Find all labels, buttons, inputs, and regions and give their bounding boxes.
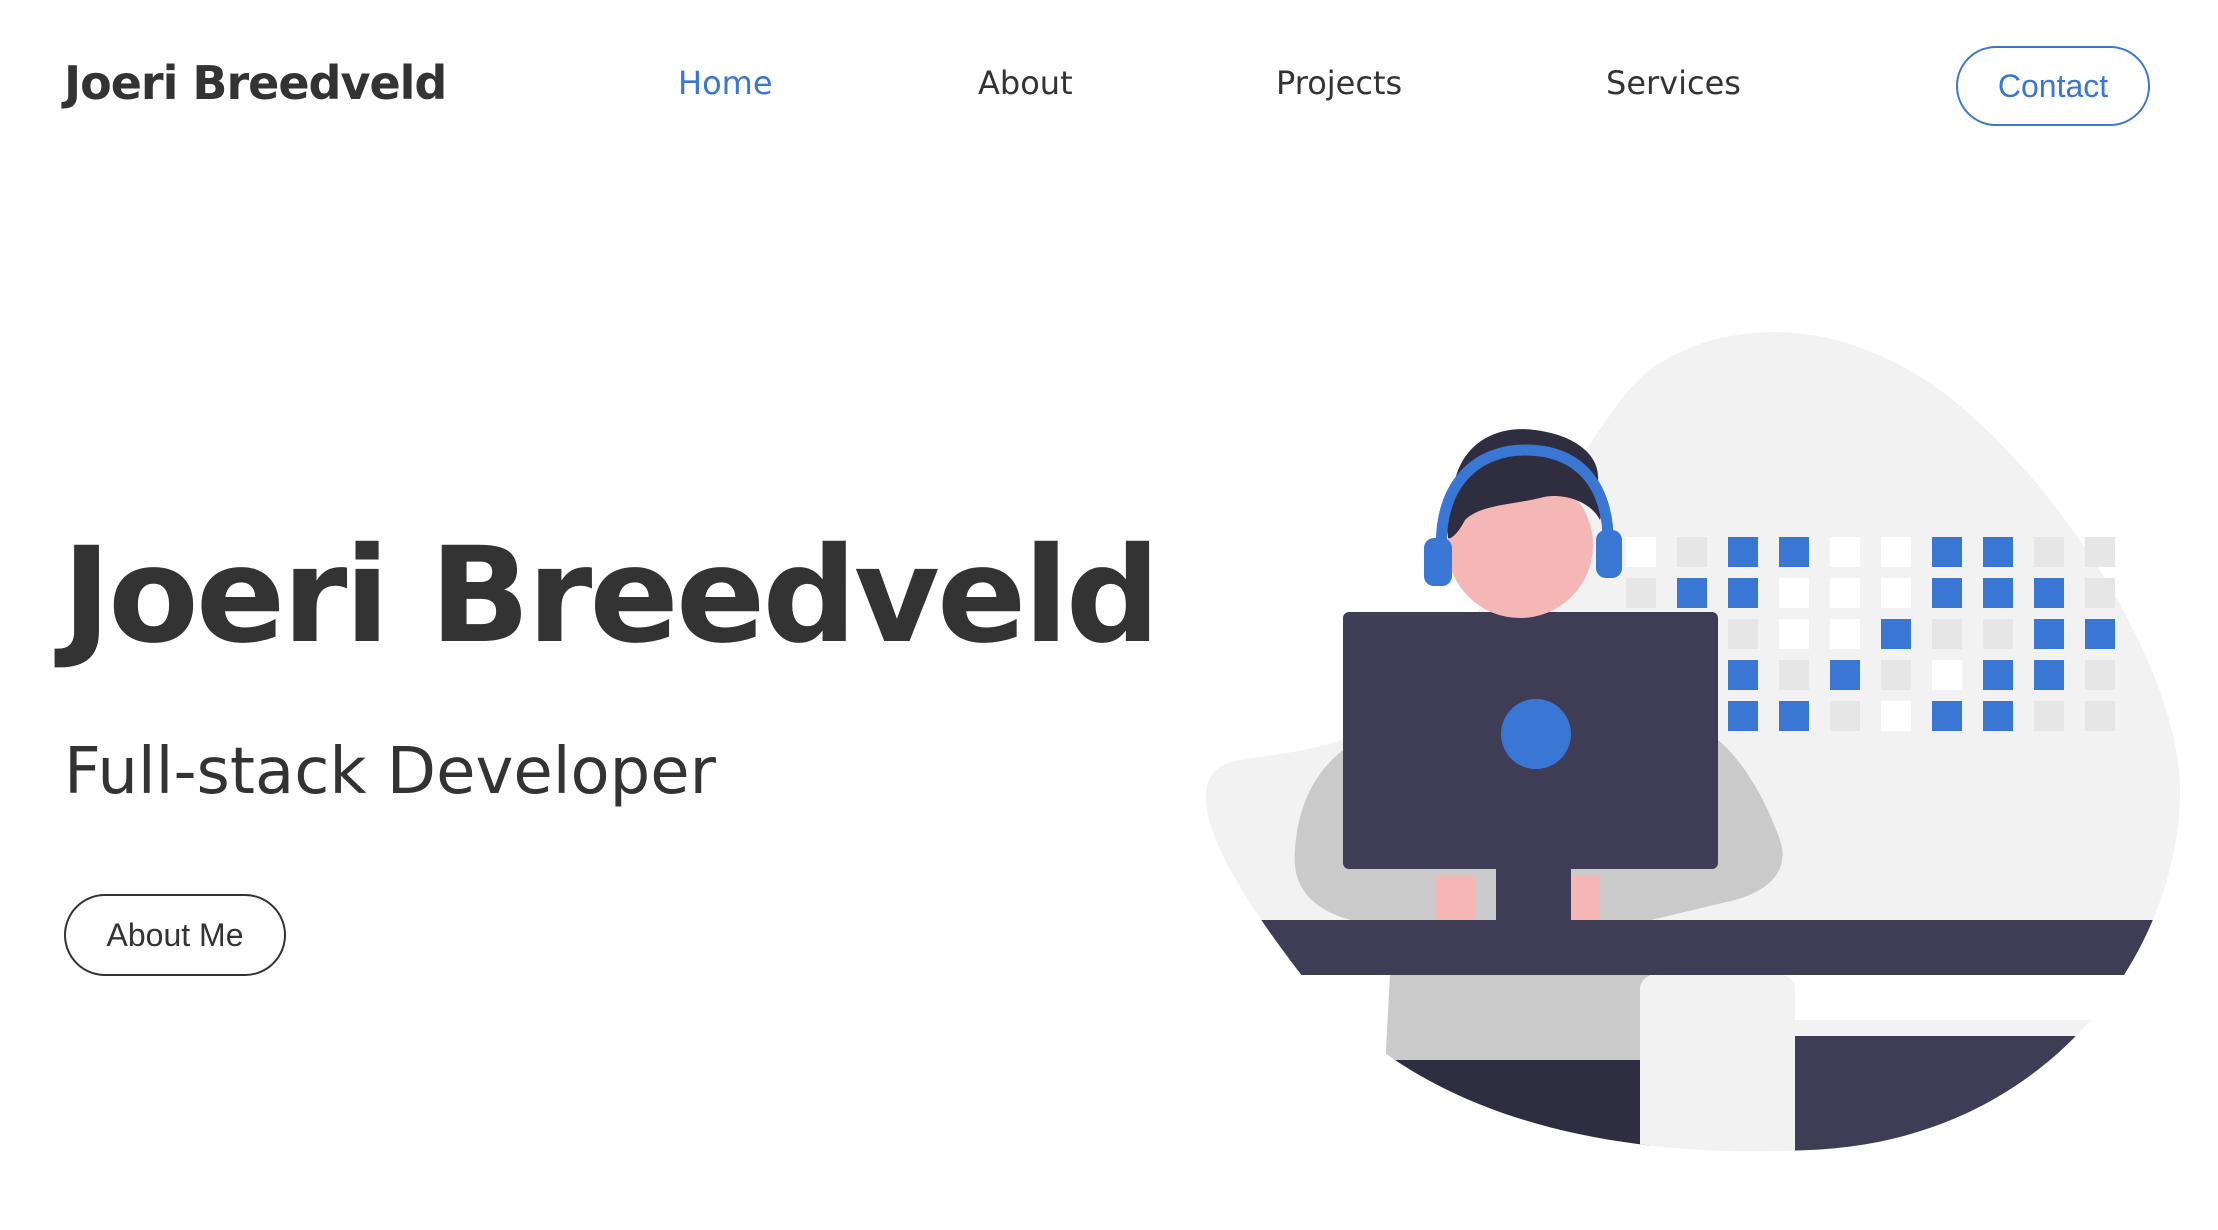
- grid-tile: [1881, 619, 1911, 649]
- grid-tile: [2085, 701, 2115, 731]
- grid-tile: [1779, 701, 1809, 731]
- nav-link-about[interactable]: About: [978, 64, 1073, 102]
- grid-tile: [1983, 701, 2013, 731]
- grid-tile: [1983, 537, 2013, 567]
- grid-tile: [1728, 619, 1758, 649]
- chair-back: [1640, 975, 1795, 1152]
- grid-tile: [1626, 537, 1656, 567]
- grid-tile: [1830, 537, 1860, 567]
- grid-tile: [1881, 578, 1911, 608]
- grid-tile: [1932, 619, 1962, 649]
- grid-tile: [1932, 537, 1962, 567]
- grid-tile: [2085, 537, 2115, 567]
- grid-tile: [1677, 537, 1707, 567]
- grid-tile: [1932, 701, 1962, 731]
- grid-tile: [2034, 578, 2064, 608]
- headset-right-cup: [1596, 530, 1622, 578]
- grid-tile: [2034, 619, 2064, 649]
- grid-tile: [2034, 537, 2064, 567]
- monitor-logo: [1501, 699, 1571, 769]
- grid-tile: [2085, 578, 2115, 608]
- about-me-button[interactable]: About Me: [64, 894, 286, 976]
- grid-tile: [1779, 660, 1809, 690]
- nav-link-projects[interactable]: Projects: [1276, 64, 1402, 102]
- headset-left-cup: [1424, 538, 1452, 586]
- hero-title: Joeri Breedveld: [62, 519, 1160, 673]
- page: Joeri Breedveld Home About Projects Serv…: [0, 0, 2218, 1230]
- desk-drawer: [1795, 1020, 2180, 1036]
- grid-tile: [1728, 537, 1758, 567]
- contact-button[interactable]: Contact: [1956, 46, 2150, 126]
- grid-tile: [1881, 537, 1911, 567]
- desk-drawer-front: [1795, 1036, 2180, 1152]
- grid-tile: [1779, 578, 1809, 608]
- hero-subtitle: Full-stack Developer: [64, 735, 716, 809]
- grid-tile: [2085, 660, 2115, 690]
- grid-tile: [1830, 578, 1860, 608]
- grid-tile: [1728, 701, 1758, 731]
- desk-top: [1205, 920, 2180, 975]
- grid-tile: [1626, 578, 1656, 608]
- grid-tile: [1983, 660, 2013, 690]
- grid-tile: [1932, 578, 1962, 608]
- grid-tile: [2085, 619, 2115, 649]
- grid-tile: [1728, 660, 1758, 690]
- grid-tile: [1932, 660, 1962, 690]
- grid-tile: [2034, 660, 2064, 690]
- person-pants: [1380, 1060, 1650, 1152]
- grid-tile: [1779, 537, 1809, 567]
- grid-tile: [1983, 619, 2013, 649]
- grid-tile: [1983, 578, 2013, 608]
- grid-tile: [1830, 660, 1860, 690]
- grid-tile: [1881, 701, 1911, 731]
- left-hand: [1435, 875, 1475, 925]
- nav-link-services[interactable]: Services: [1606, 64, 1741, 102]
- grid-tile: [1881, 660, 1911, 690]
- grid-tile: [1728, 578, 1758, 608]
- grid-tile: [1779, 619, 1809, 649]
- developer-with-headset-illustration: [1205, 332, 2180, 1152]
- grid-tile: [2034, 701, 2064, 731]
- grid-tile: [1677, 578, 1707, 608]
- nav-link-home[interactable]: Home: [678, 64, 773, 102]
- grid-tile: [1830, 701, 1860, 731]
- monitor-stand: [1496, 869, 1571, 924]
- main-nav: Home About Projects Services: [0, 60, 2218, 110]
- grid-tile: [1830, 619, 1860, 649]
